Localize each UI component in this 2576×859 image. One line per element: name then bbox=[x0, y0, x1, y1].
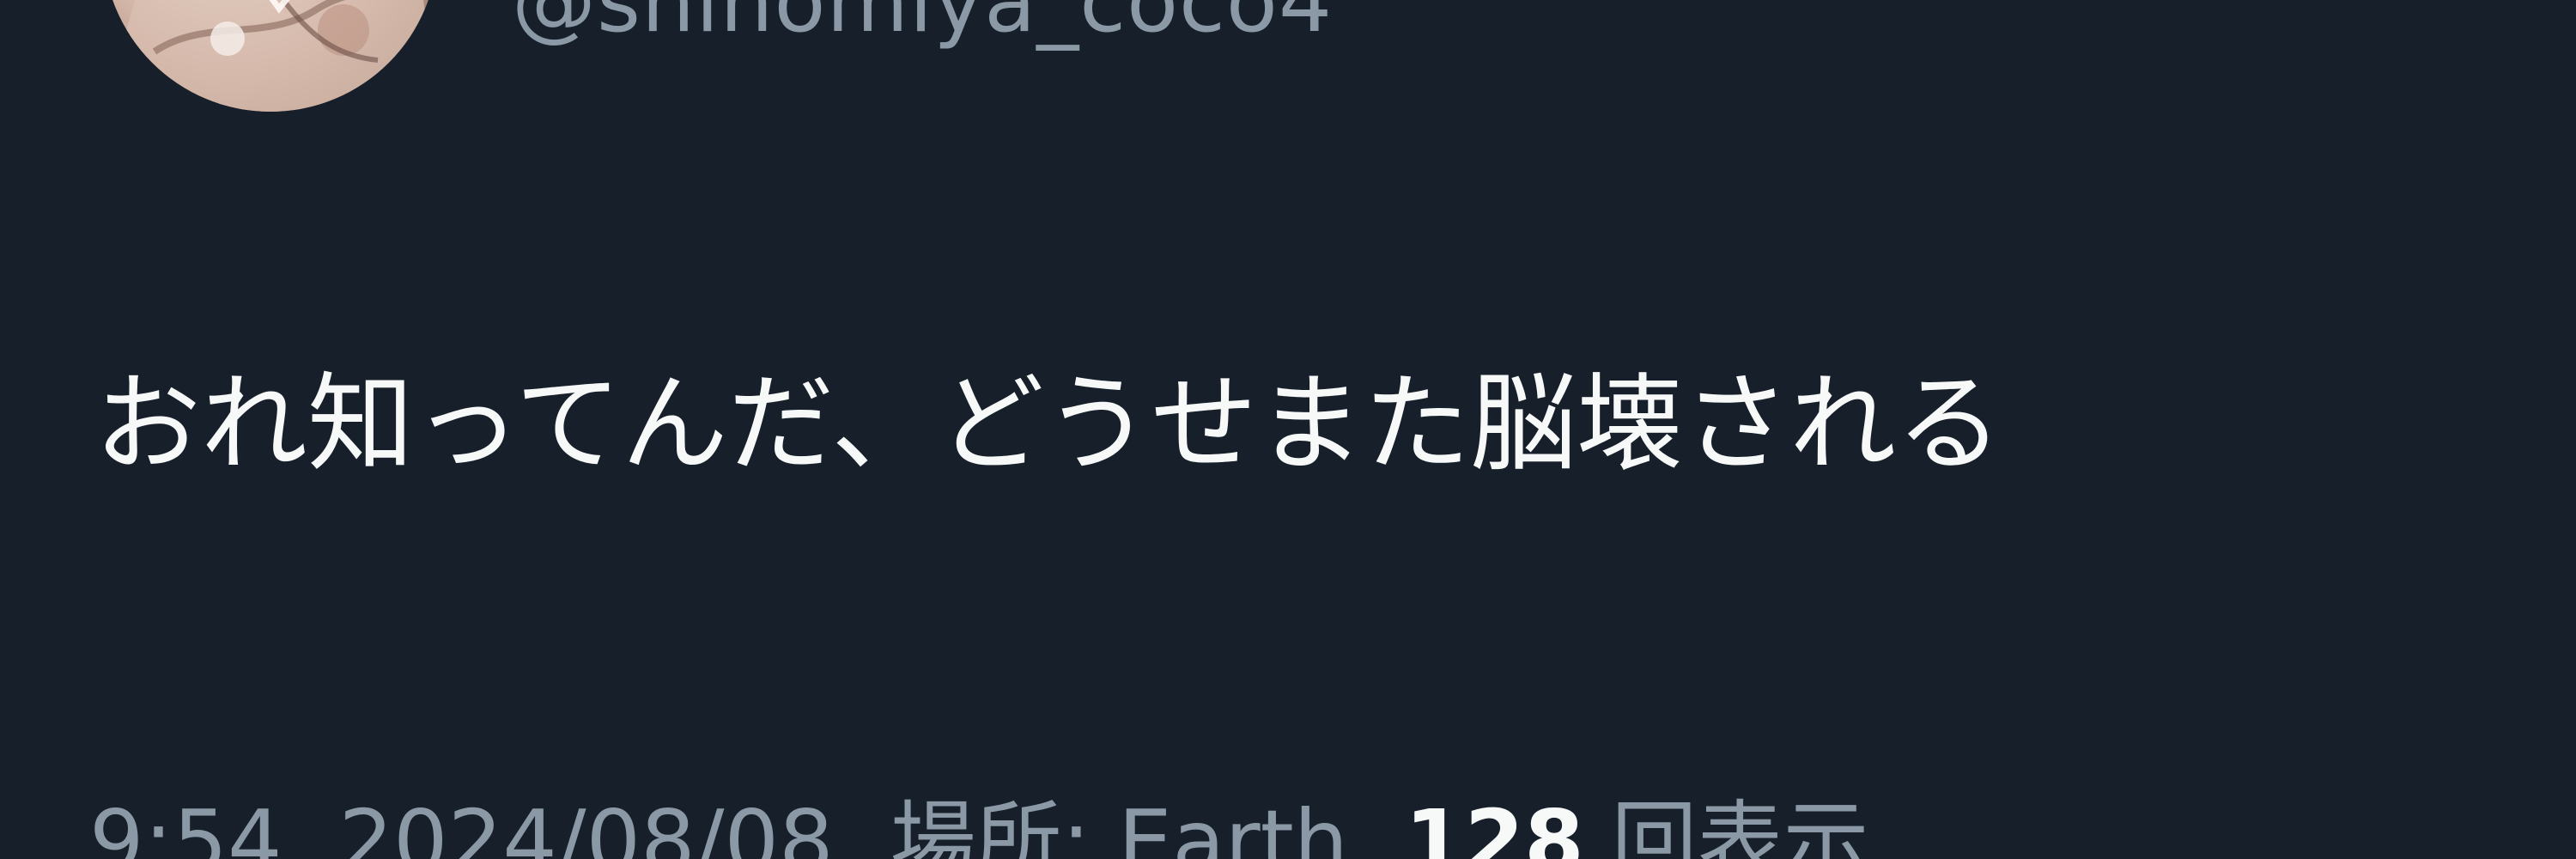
avatar-illustration bbox=[103, 0, 438, 112]
tweet-text: おれ知ってんだ、どうせまた脳壊される bbox=[94, 362, 2003, 486]
tweet-metadata: 9:54 2024/08/08 場所: Earth 128 回表示 bbox=[89, 799, 1869, 859]
tweet-date[interactable]: 2024/08/08 bbox=[338, 799, 833, 859]
tweet-page: @shinomiya_coco4 おれ知ってんだ、どうせまた脳壊される 9:54… bbox=[0, 0, 2576, 859]
tweet-time[interactable]: 9:54 bbox=[89, 799, 283, 859]
tweet-location: 場所: Earth bbox=[890, 791, 1349, 859]
view-label: 回表示 bbox=[1611, 791, 1869, 859]
author-handle[interactable]: @shinomiya_coco4 bbox=[512, 0, 1333, 45]
view-count: 128 bbox=[1404, 791, 1584, 859]
avatar[interactable] bbox=[103, 0, 438, 112]
